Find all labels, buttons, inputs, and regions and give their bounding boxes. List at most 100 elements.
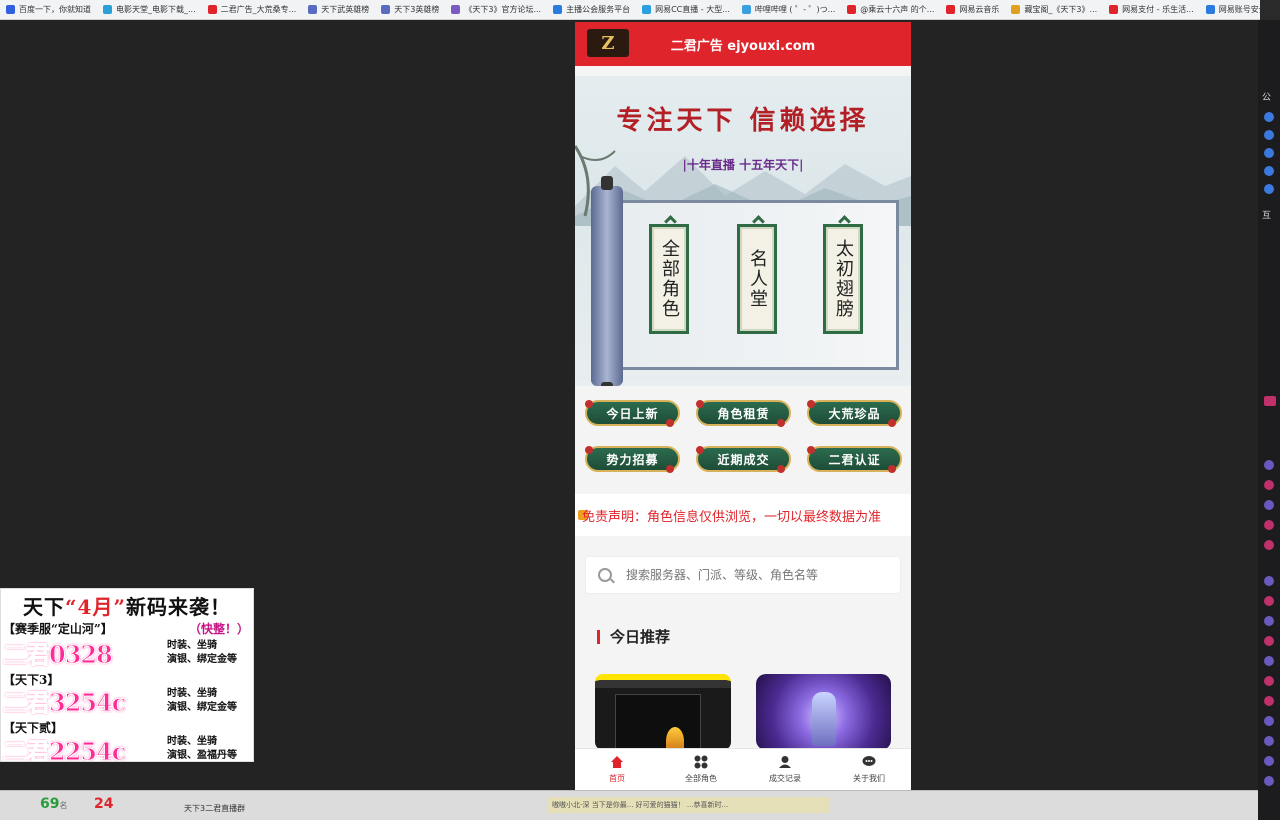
bookmark-label: 天下3英雄榜 — [394, 5, 440, 14]
right-panel-dot[interactable] — [1264, 540, 1274, 550]
right-panel-dot[interactable] — [1264, 166, 1274, 176]
right-panel-dot[interactable] — [1264, 112, 1274, 122]
right-panel-dot[interactable] — [1264, 148, 1274, 158]
bookmark-label: 《天下3》官方论坛... — [464, 5, 542, 14]
flower-decoration-icon — [585, 400, 593, 408]
bookmark-item[interactable]: 天下武英雄榜 — [302, 4, 375, 15]
quick-button-grid: 今日上新 角色租赁 大荒珍品 势力招募 近期成交 二君认证 — [585, 400, 903, 473]
right-panel-dot[interactable] — [1264, 696, 1274, 706]
viewer-count: 69名 — [40, 796, 67, 812]
right-panel-dot[interactable] — [1264, 736, 1274, 746]
flower-decoration-icon — [777, 419, 785, 427]
right-panel-dot[interactable] — [1264, 656, 1274, 666]
section-header: 今日推荐 — [597, 626, 670, 647]
right-panel-dot[interactable] — [1264, 480, 1274, 490]
flower-decoration-icon — [696, 400, 704, 408]
disclaimer-notice: 免责声明：角色信息仅供浏览，一切以最终数据为准 — [575, 494, 911, 536]
btn-recruitment[interactable]: 势力招募 — [585, 446, 680, 473]
right-panel-dot[interactable] — [1264, 130, 1274, 140]
bookmark-item[interactable]: 网易账号安全 — [1200, 4, 1260, 15]
flower-decoration-icon — [888, 465, 896, 473]
right-panel-highlight[interactable] — [1264, 396, 1276, 406]
bookmark-item[interactable]: 《天下3》官方论坛... — [445, 4, 547, 15]
ad-season-row: 【赛季服“定山河”】 （快整！） — [1, 620, 253, 636]
bookmark-item[interactable]: 哔哩哔哩 ( ゜- ゜)つ... — [736, 4, 841, 15]
flower-decoration-icon — [807, 446, 815, 454]
site-title: 二君广告 ejyouxi.com — [670, 38, 816, 54]
ad-promo-code: 二君2254c — [2, 737, 126, 762]
tab-home[interactable]: 首页 — [575, 749, 659, 790]
bookmark-favicon-icon — [642, 5, 652, 14]
bookmark-item[interactable]: 主播公会服务平台 — [547, 4, 636, 15]
flower-decoration-icon — [888, 419, 896, 427]
bookmark-favicon-icon — [1109, 5, 1119, 14]
plaque-wings[interactable]: 太初翅膀 — [823, 224, 863, 334]
bookmark-item[interactable]: 天下3英雄榜 — [375, 4, 445, 15]
right-panel-dot[interactable] — [1264, 520, 1274, 530]
right-panel-dot[interactable] — [1264, 776, 1274, 786]
right-panel-dot[interactable] — [1264, 576, 1274, 586]
plaque-all-roles[interactable]: 全部角色 — [649, 224, 689, 334]
viewer-count-value: 69 — [40, 796, 60, 812]
right-panel-dot[interactable] — [1264, 756, 1274, 766]
btn-label: 大荒珍品 — [828, 406, 881, 421]
ad-note-line: 演银、绑定金等 — [167, 702, 237, 713]
right-panel-dot[interactable] — [1264, 716, 1274, 726]
ad-reward-note: 时装、坐骑 演银、绑定金等 — [167, 687, 237, 715]
tab-label: 首页 — [609, 774, 625, 783]
bookmark-item[interactable]: 电影天堂_电影下载_... — [97, 4, 202, 15]
right-panel-dot[interactable] — [1264, 636, 1274, 646]
tab-label: 关于我们 — [853, 774, 885, 783]
btn-certification[interactable]: 二君认证 — [807, 446, 902, 473]
search-bar[interactable] — [585, 556, 901, 594]
right-panel-dot[interactable] — [1264, 596, 1274, 606]
bookmark-label: 网易CC直播 - 大型... — [655, 5, 730, 14]
right-panel-dot[interactable] — [1264, 500, 1274, 510]
bookmark-item[interactable]: 网易云音乐 — [940, 4, 1005, 15]
right-side-panel: 公 互 — [1258, 20, 1280, 820]
bookmark-label: 电影天堂_电影下载_... — [116, 5, 196, 14]
right-panel-dot[interactable] — [1264, 616, 1274, 626]
search-input[interactable] — [626, 568, 866, 582]
card-toolbar — [595, 680, 731, 688]
bookmark-label: 哔哩哔哩 ( ゜- ゜)つ... — [754, 5, 836, 14]
banner-slogan: 专注天下 信赖选择 — [616, 106, 870, 136]
bookmark-label: 网易账号安全 — [1218, 5, 1260, 14]
flower-decoration-icon — [666, 465, 674, 473]
recommend-card[interactable] — [595, 674, 731, 750]
bookmark-favicon-icon — [207, 5, 217, 14]
bookmark-item[interactable]: 二君广告_大荒桑专... — [202, 4, 303, 15]
btn-today-new[interactable]: 今日上新 — [585, 400, 680, 427]
tab-about-us[interactable]: 关于我们 — [827, 749, 911, 790]
tab-deal-records[interactable]: 成交记录 — [743, 749, 827, 790]
bookmark-item[interactable]: @乘云十六声 的个... — [841, 4, 940, 15]
right-panel-dot[interactable] — [1264, 676, 1274, 686]
flower-decoration-icon — [777, 465, 785, 473]
bookmark-item[interactable]: 藏宝阁_《天下3》... — [1005, 4, 1103, 15]
ad-headline-highlight: “4月” — [65, 595, 126, 619]
flower-decoration-icon — [585, 446, 593, 454]
bookmark-item[interactable]: 网易CC直播 - 大型... — [636, 4, 736, 15]
bookmark-favicon-icon — [847, 5, 857, 14]
bookmark-label: 二君广告_大荒桑专... — [220, 5, 297, 14]
ad-season-hint: （快整！） — [188, 621, 249, 636]
stream-overlay-ad: 天下“4月”新码来袭！ 【赛季服“定山河”】 （快整！） 二君0328 时装、坐… — [0, 588, 254, 762]
plaque-hall-of-fame[interactable]: 名人堂 — [737, 224, 777, 334]
right-panel-dot[interactable] — [1264, 184, 1274, 194]
btn-role-rental[interactable]: 角色租赁 — [696, 400, 791, 427]
bottom-status-bar: 69名 24 天下3二君直播群 嗷嗷小北-深 当下是你最... 好可爱的猫猫！ … — [0, 790, 1258, 820]
right-panel-dot[interactable] — [1264, 460, 1274, 470]
recommend-card[interactable] — [756, 674, 891, 750]
bookmark-item[interactable]: 百度一下，你就知道 — [0, 4, 97, 15]
site-logo[interactable]: Z — [587, 29, 629, 57]
hero-banner: 专注天下 信赖选择 |十年直播 十五年天下| 全部角色 名人堂 太初翅膀 — [575, 76, 911, 386]
bookmark-item[interactable]: 网易支付 - 乐生活... — [1103, 4, 1200, 15]
btn-rare-items[interactable]: 大荒珍品 — [807, 400, 902, 427]
chat-ticker: 嗷嗷小北-深 当下是你最... 好可爱的猫猫！ ...恭喜新时... — [548, 797, 830, 813]
bookmark-label: 网易支付 - 乐生活... — [1122, 5, 1194, 14]
btn-recent-deals[interactable]: 近期成交 — [696, 446, 791, 473]
ad-note-line: 时装、坐骑 — [167, 736, 217, 747]
bookmark-label: 藏宝阁_《天下3》... — [1024, 5, 1098, 14]
tab-all-roles[interactable]: 全部角色 — [659, 749, 743, 790]
character-figure — [812, 692, 836, 746]
